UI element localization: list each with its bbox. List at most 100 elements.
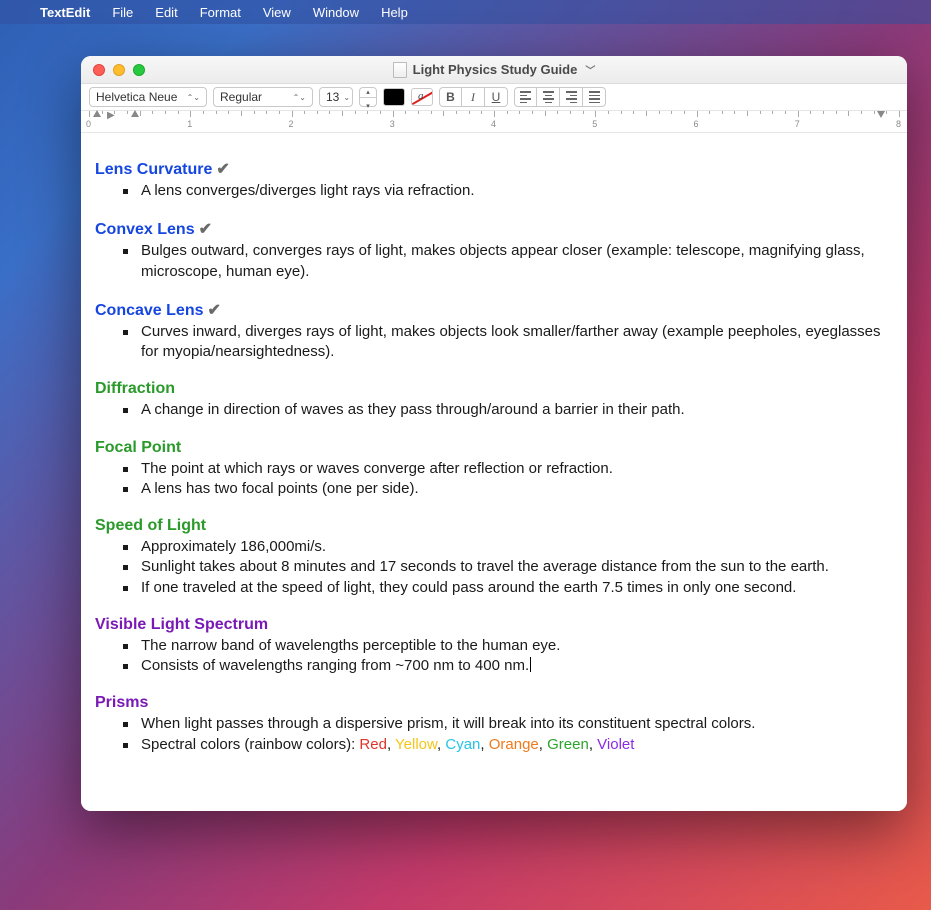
text-color-button[interactable]: [383, 88, 405, 106]
menu-help[interactable]: Help: [381, 5, 408, 20]
section-list: A change in direction of waves as they p…: [95, 400, 893, 420]
align-justify-button[interactable]: [583, 87, 606, 107]
section-title[interactable]: Prisms: [95, 694, 893, 712]
list-item-spectral[interactable]: Spectral colors (rainbow colors): Red, Y…: [123, 735, 893, 755]
highlight-color-button[interactable]: [411, 88, 433, 106]
ruler-number: 8: [896, 119, 901, 129]
zoom-button[interactable]: [133, 64, 145, 76]
menu-view[interactable]: View: [263, 5, 291, 20]
section-list: Curves inward, diverges rays of light, m…: [95, 322, 893, 363]
step-down-icon[interactable]: ▾: [360, 102, 376, 111]
checkmark-icon: ✔: [199, 221, 212, 238]
format-toolbar: Helvetica Neue ⌃⌄ Regular ⌃⌄ 13 ⌄ ▴ ▾ B …: [81, 84, 907, 111]
ruler-number: 6: [694, 119, 699, 129]
section-title[interactable]: Concave Lens✔: [95, 300, 893, 320]
font-style-value: Regular: [220, 90, 262, 104]
section-title-text: Convex Lens: [95, 221, 195, 238]
font-size-stepper[interactable]: ▴ ▾: [359, 87, 377, 107]
section-title-text: Diffraction: [95, 380, 175, 397]
menu-format[interactable]: Format: [200, 5, 241, 20]
font-size-value: 13: [326, 90, 339, 104]
section: Visible Light Spectrum The narrow band of…: [95, 616, 893, 677]
window-title[interactable]: Light Physics Study Guide ﹀: [393, 62, 596, 78]
align-left-button[interactable]: [514, 87, 537, 107]
ruler[interactable]: 012345678▶: [81, 111, 907, 133]
chevron-down-icon: ⌄: [343, 93, 350, 102]
section-title-text: Visible Light Spectrum: [95, 616, 268, 633]
section-title-text: Concave Lens: [95, 302, 203, 319]
section-title[interactable]: Lens Curvature✔: [95, 159, 893, 179]
text-style-group: B I U: [439, 87, 508, 107]
minimize-button[interactable]: [113, 64, 125, 76]
list-item[interactable]: Curves inward, diverges rays of light, m…: [123, 322, 893, 363]
section-title[interactable]: Focal Point: [95, 439, 893, 457]
section: Convex Lens✔Bulges outward, converges ra…: [95, 219, 893, 282]
menubar[interactable]: TextEdit File Edit Format View Window He…: [0, 0, 931, 24]
spectral-color: Violet: [597, 736, 634, 753]
menubar-app-name[interactable]: TextEdit: [40, 5, 90, 20]
font-style-select[interactable]: Regular ⌃⌄: [213, 87, 313, 107]
align-center-button[interactable]: [537, 87, 560, 107]
section: Lens Curvature✔A lens converges/diverges…: [95, 159, 893, 201]
list-item[interactable]: A lens converges/diverges light rays via…: [123, 181, 893, 201]
section: Diffraction A change in direction of wave…: [95, 380, 893, 420]
textedit-window: Light Physics Study Guide ﹀ Helvetica Ne…: [81, 56, 907, 811]
list-item[interactable]: A change in direction of waves as they p…: [123, 400, 893, 420]
list-item[interactable]: Approximately 186,000mi/s.: [123, 537, 893, 557]
traffic-lights: [93, 64, 145, 76]
bold-button[interactable]: B: [439, 87, 462, 107]
spectral-color: Orange: [489, 736, 539, 753]
list-item[interactable]: A lens has two focal points (one per sid…: [123, 479, 893, 499]
list-item[interactable]: The point at which rays or waves converg…: [123, 459, 893, 479]
menu-edit[interactable]: Edit: [155, 5, 177, 20]
section-list: The point at which rays or waves converg…: [95, 459, 893, 500]
spectral-color: Yellow: [395, 736, 437, 753]
font-family-value: Helvetica Neue: [96, 90, 177, 104]
close-button[interactable]: [93, 64, 105, 76]
ruler-number: 4: [491, 119, 496, 129]
section-title-text: Lens Curvature: [95, 161, 212, 178]
underline-button[interactable]: U: [485, 87, 508, 107]
section-list: Bulges outward, converges rays of light,…: [95, 241, 893, 282]
section: Focal Point The point at which rays or wa…: [95, 439, 893, 500]
section-title[interactable]: Convex Lens✔: [95, 219, 893, 239]
list-item[interactable]: If one traveled at the speed of light, t…: [123, 578, 893, 598]
spectral-color: Green: [547, 736, 589, 753]
italic-button[interactable]: I: [462, 87, 485, 107]
section-list: A lens converges/diverges light rays via…: [95, 181, 893, 201]
align-right-button[interactable]: [560, 87, 583, 107]
section: Prisms When light passes through a disper…: [95, 694, 893, 755]
updown-icon: ⌃⌄: [293, 93, 306, 102]
document-icon: [393, 62, 407, 78]
font-size-field[interactable]: 13 ⌄: [319, 87, 353, 107]
document-body[interactable]: Lens Curvature✔A lens converges/diverges…: [81, 133, 907, 811]
spectral-color: Red: [359, 736, 387, 753]
font-family-select[interactable]: Helvetica Neue ⌃⌄: [89, 87, 207, 107]
menu-file[interactable]: File: [112, 5, 133, 20]
section-title[interactable]: Visible Light Spectrum: [95, 616, 893, 634]
ruler-number: 7: [795, 119, 800, 129]
alignment-group: [514, 87, 606, 107]
updown-icon: ⌃⌄: [187, 93, 200, 102]
list-item[interactable]: Sunlight takes about 8 minutes and 17 se…: [123, 557, 893, 577]
step-up-icon[interactable]: ▴: [360, 88, 376, 98]
list-item[interactable]: The narrow band of wavelengths perceptib…: [123, 636, 893, 656]
ruler-number: 2: [289, 119, 294, 129]
spectral-color: Cyan: [445, 736, 480, 753]
chevron-down-icon[interactable]: ﹀: [585, 62, 595, 77]
spectral-prefix: Spectral colors (rainbow colors):: [141, 736, 359, 753]
ruler-number: 1: [187, 119, 192, 129]
section-title-text: Focal Point: [95, 439, 181, 456]
list-item[interactable]: When light passes through a dispersive p…: [123, 714, 893, 734]
menu-window[interactable]: Window: [313, 5, 359, 20]
checkmark-icon: ✔: [207, 302, 220, 319]
section-title[interactable]: Diffraction: [95, 380, 893, 398]
section: Speed of Light Approximately 186,000mi/s.…: [95, 517, 893, 598]
titlebar[interactable]: Light Physics Study Guide ﹀: [81, 56, 907, 84]
list-item[interactable]: Bulges outward, converges rays of light,…: [123, 241, 893, 282]
checkmark-icon: ✔: [216, 161, 229, 178]
list-item[interactable]: Consists of wavelengths ranging from ~70…: [123, 656, 893, 676]
section-list: Approximately 186,000mi/s.Sunlight takes…: [95, 537, 893, 598]
section-title[interactable]: Speed of Light: [95, 517, 893, 535]
section: Concave Lens✔Curves inward, diverges ray…: [95, 300, 893, 363]
